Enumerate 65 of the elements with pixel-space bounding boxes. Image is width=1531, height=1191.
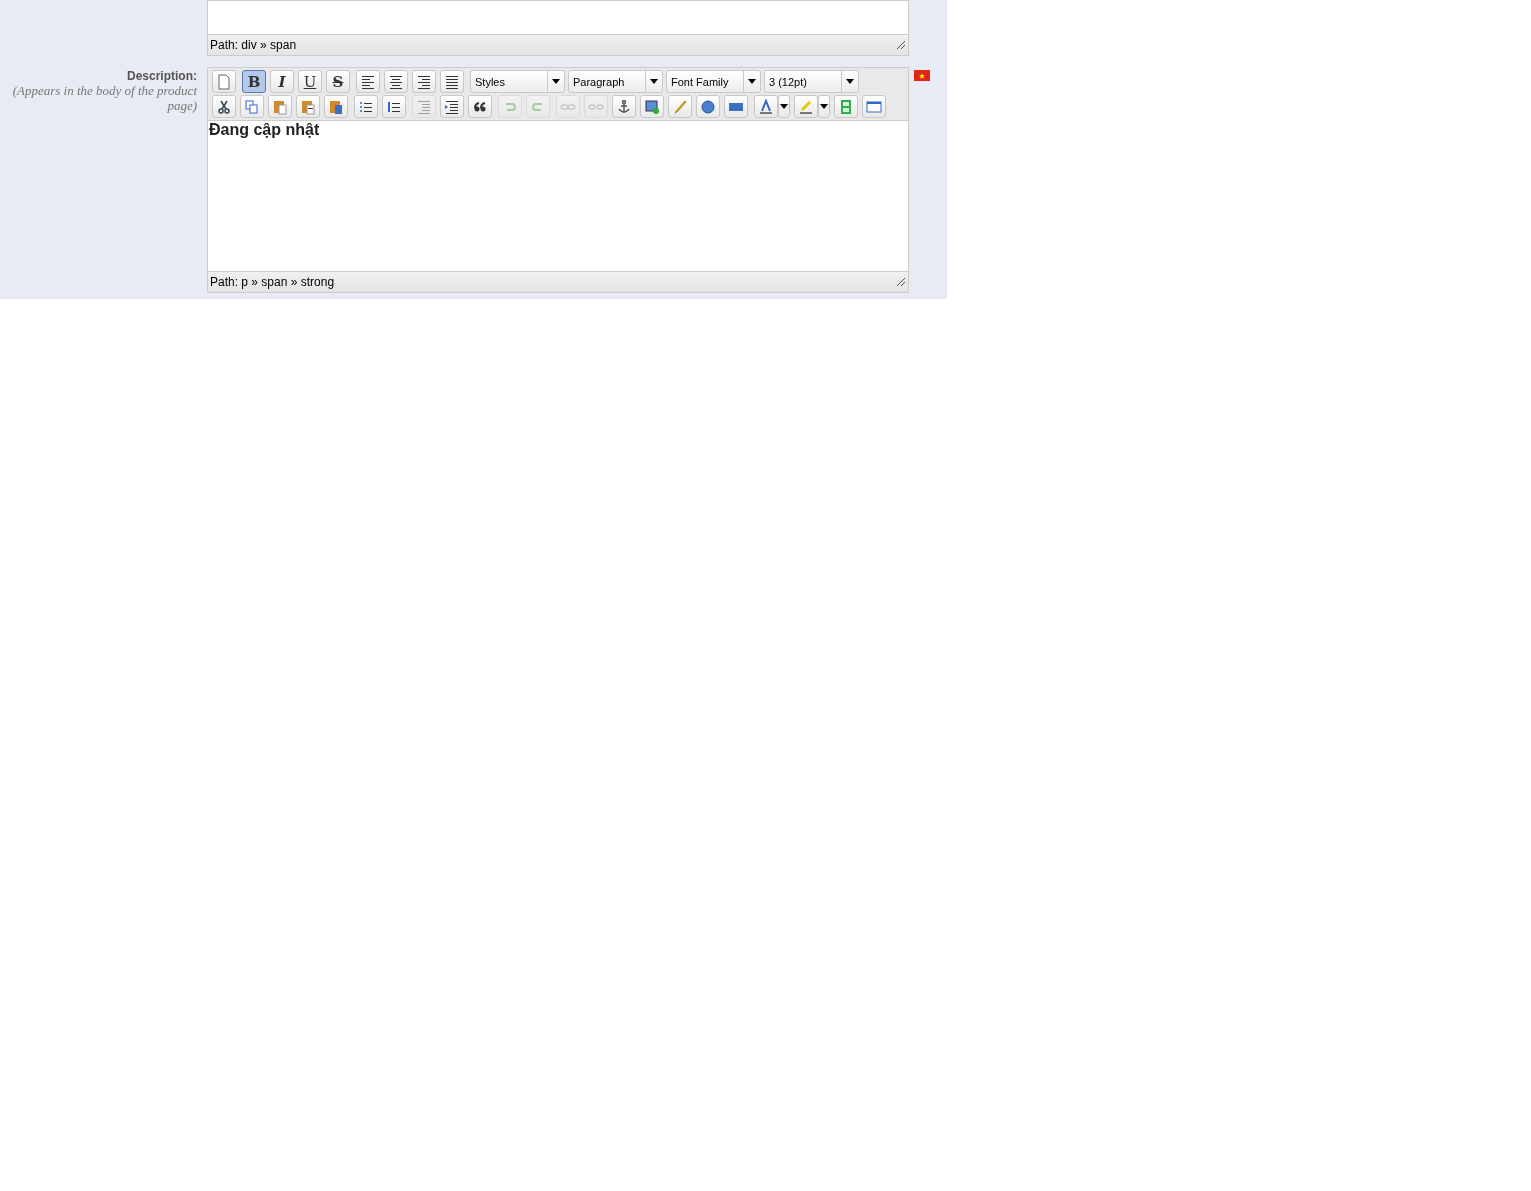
format-dropdown[interactable]: 3 (12pt)	[764, 70, 859, 93]
caret-icon	[820, 104, 828, 109]
caret-icon	[650, 79, 658, 84]
format-button[interactable]: I	[270, 70, 294, 93]
rich-text-editor[interactable]: Path: div » span	[207, 0, 909, 56]
clipboard-text-button[interactable]	[296, 95, 320, 118]
clipboard-text-icon	[300, 98, 316, 115]
brush-icon	[672, 98, 688, 115]
dropdown-button[interactable]	[778, 95, 790, 118]
text-color-icon	[758, 98, 774, 115]
quote-button[interactable]	[468, 95, 492, 118]
indent-button[interactable]	[440, 95, 464, 118]
caret-icon	[748, 79, 756, 84]
template-button[interactable]	[862, 95, 886, 118]
bullet-list-button[interactable]	[354, 95, 378, 118]
format-dropdown[interactable]: Paragraph	[568, 70, 663, 93]
caret-icon	[780, 104, 788, 109]
anchor-button[interactable]	[612, 95, 636, 118]
field-hint: (Appears in the body of the product page)	[11, 83, 197, 113]
clipboard-document-button[interactable]	[324, 95, 348, 118]
editor-content[interactable]: Đang cập nhật	[208, 121, 908, 139]
format-dropdown[interactable]: Styles	[470, 70, 565, 93]
align-center-button[interactable]	[384, 70, 408, 93]
align-right-icon	[416, 73, 432, 90]
numbered-list-button[interactable]	[382, 95, 406, 118]
scissors-icon	[216, 98, 232, 115]
indent-icon	[444, 98, 460, 115]
image-icon	[644, 98, 660, 115]
align-right-button[interactable]	[412, 70, 436, 93]
align-left-button[interactable]	[356, 70, 380, 93]
help-button[interactable]	[696, 95, 720, 118]
text-color-button[interactable]	[754, 95, 778, 118]
dropdown-button[interactable]	[818, 95, 830, 118]
film-icon	[838, 98, 854, 115]
element-path: Path: p » span » strong	[210, 275, 335, 289]
copy-icon	[244, 98, 260, 115]
element-path: Path: div » span	[210, 38, 297, 52]
align-left-icon	[360, 73, 376, 90]
template-icon	[866, 98, 882, 115]
rich-text-editor[interactable]: B I U S Styles Paragraph Font Family 3 (12pt) Đang cập nhật Path: p » span » strong	[207, 67, 909, 293]
clipboard-button[interactable]	[268, 95, 292, 118]
scissors-button[interactable]	[212, 95, 236, 118]
image-button[interactable]	[640, 95, 664, 118]
anchor-icon	[616, 98, 632, 115]
format-button[interactable]: U	[298, 70, 322, 93]
clipboard-document-icon	[328, 98, 344, 115]
justify-icon	[444, 73, 460, 90]
flag-icon[interactable]	[914, 70, 930, 81]
format-dropdown[interactable]: Font Family	[666, 70, 761, 93]
brush-button[interactable]	[668, 95, 692, 118]
justify-button[interactable]	[440, 70, 464, 93]
document-icon	[216, 73, 232, 90]
highlight-icon	[798, 98, 814, 115]
outdent-icon	[416, 98, 432, 115]
format-button[interactable]: B	[242, 70, 266, 93]
resize-handle-icon[interactable]	[896, 40, 906, 50]
html-button[interactable]	[724, 95, 748, 118]
clipboard-icon	[272, 98, 288, 115]
highlight-button[interactable]	[794, 95, 818, 118]
caret-icon	[552, 79, 560, 84]
resize-handle-icon[interactable]	[896, 277, 906, 287]
format-button[interactable]: S	[326, 70, 350, 93]
caret-icon	[846, 79, 854, 84]
align-center-icon	[388, 73, 404, 90]
field-label: Description:	[126, 69, 197, 83]
